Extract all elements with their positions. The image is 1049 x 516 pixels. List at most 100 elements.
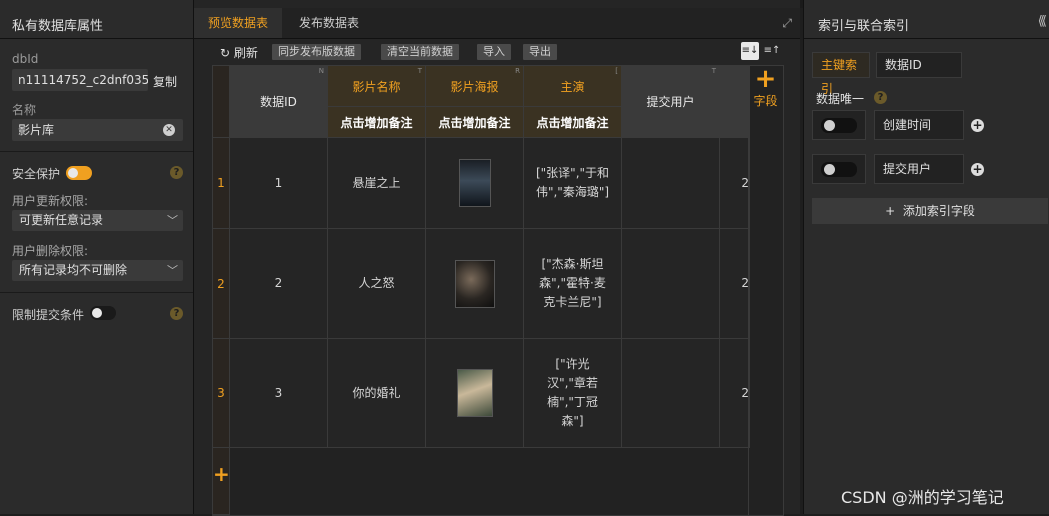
divider [0,38,193,39]
add-combined-index-icon[interactable]: + [971,119,984,132]
dbid-label: dbId [12,52,39,66]
restrict-toggle[interactable] [90,306,116,320]
row-number[interactable]: 3 [213,339,230,448]
chevron-down-icon: ﹀ [167,264,178,277]
column-header-poster[interactable]: 影片海报 R [426,66,524,107]
sync-button[interactable]: 同步发布版数据 [272,44,361,60]
safety-toggle[interactable] [66,166,92,180]
cell-user-partial[interactable]: 2 [720,138,750,229]
add-combined-index-icon[interactable]: + [971,163,984,176]
index-field[interactable]: 创建时间 [874,110,964,140]
help-icon[interactable]: ? [874,91,887,104]
unique-label: 数据唯一 [816,92,865,106]
column-note-button[interactable]: 点击增加备注 [524,107,622,138]
cell-user[interactable] [622,339,720,448]
divider [0,151,193,152]
name-field[interactable]: 影片库 ✕ [12,119,183,141]
column-header-cast[interactable]: 主演 [ [524,66,622,107]
corner-cell [213,66,230,138]
primary-index-field[interactable]: 数据ID [876,52,962,78]
watermark: CSDN @洲的学习笔记 [841,488,1004,507]
name-label: 名称 [12,103,37,117]
tab-publish[interactable]: 发布数据表 [285,8,373,38]
add-index-button[interactable]: + 添加索引字段 [812,198,1048,224]
clear-button[interactable]: 清空当前数据 [381,44,459,60]
delete-permission-label: 用户删除权限: [12,244,89,258]
cell-user[interactable] [622,138,720,229]
cell-id[interactable]: 3 [230,339,328,448]
add-field-button[interactable]: + 字段 [748,66,783,124]
data-table-panel: 预览数据表 发布数据表 ⤢ ↻ 刷新 同步发布版数据 清空当前数据 导入 导出 … [194,0,800,516]
poster-thumbnail [458,159,491,207]
cell-user[interactable] [622,229,720,339]
export-button[interactable]: 导出 [523,44,557,60]
type-tag: R [515,67,520,75]
delete-permission-select[interactable]: 所有记录均不可删除 ﹀ [12,260,183,281]
column-label: 影片海报 [450,79,499,94]
safety-label: 安全保护 [12,167,61,181]
unique-toggle[interactable] [821,118,857,133]
index-panel: 索引与联合索引 ⟨⟨⟨ 主键索引 数据ID 数据唯一 ? 创建时间 + 提交用户… [803,0,1049,514]
index-toggle-box [812,154,866,184]
unique-toggle[interactable] [821,162,857,177]
cell-cast[interactable]: ["杰森·斯坦森","霍特·麦克卡兰尼"] [524,229,622,339]
name-value: 影片库 [18,123,55,137]
import-button[interactable]: 导入 [477,44,511,60]
sort-asc-icon[interactable]: ≡↑ [763,42,781,60]
add-row-button[interactable]: + [213,462,230,486]
help-icon[interactable]: ? [170,307,183,320]
primary-index-label: 主键索引 [812,52,870,96]
cell-poster[interactable] [426,138,524,229]
type-tag: N [318,67,324,75]
type-tag: T [711,67,716,75]
poster-thumbnail [456,369,493,417]
column-header-user[interactable]: 提交用户 T [622,66,720,138]
update-permission-select[interactable]: 可更新任意记录 ﹀ [12,210,183,231]
type-tag: T [417,67,422,75]
cell-user-partial[interactable]: 2 [720,229,750,339]
divider [0,292,193,293]
cell-cast[interactable]: ["许光汉","章若楠","丁冠森"] [524,339,622,448]
row-number[interactable]: 1 [213,138,230,229]
row-number[interactable]: 2 [213,229,230,339]
column-label: 主演 [560,79,585,94]
column-header-id[interactable]: 数据ID N [230,66,328,138]
column-header-partial [720,66,750,138]
column-label: 提交用户 [646,95,695,109]
data-grid: 数据ID N 影片名称 T 影片海报 R 主演 [ 提交用户 T 点击增加备注 … [212,65,784,516]
cell-poster[interactable] [426,339,524,448]
cell-title[interactable]: 人之怒 [328,229,426,339]
sort-desc-icon[interactable]: ≡↓ [741,42,759,60]
refresh-button[interactable]: ↻ 刷新 [220,44,258,61]
index-field[interactable]: 提交用户 [874,154,964,184]
clear-icon[interactable]: ✕ [163,124,175,136]
add-index-label: 添加索引字段 [902,204,975,218]
help-icon[interactable]: ? [170,166,183,179]
cell-title[interactable]: 你的婚礼 [328,339,426,448]
plus-icon: + [754,64,777,94]
panel-title: 私有数据库属性 [12,19,104,34]
column-note-button[interactable]: 点击增加备注 [426,107,524,138]
type-tag: [ [615,67,618,75]
collapse-icon[interactable]: ⟨⟨⟨ [1038,14,1047,29]
column-label: 数据ID [260,95,297,109]
tab-bar: 预览数据表 发布数据表 ⤢ [194,8,800,39]
cell-poster[interactable] [426,229,524,339]
cell-id[interactable]: 2 [230,229,328,339]
index-toggle-box [812,110,866,140]
cell-cast[interactable]: ["张译","于和伟","秦海璐"] [524,138,622,229]
cell-id[interactable]: 1 [230,138,328,229]
expand-icon[interactable]: ⤢ [782,16,792,31]
add-field-label: 字段 [753,94,778,108]
tab-preview[interactable]: 预览数据表 [194,8,283,38]
dbid-field[interactable]: n11114752_c2dnf035i... [12,69,148,91]
column-label: 影片名称 [352,79,401,94]
properties-panel: 私有数据库属性 dbId n11114752_c2dnf035i... 复制 名… [0,0,194,514]
cell-title[interactable]: 悬崖之上 [328,138,426,229]
cell-user-partial[interactable]: 2 [720,339,750,448]
column-header-title[interactable]: 影片名称 T [328,66,426,107]
column-note-button[interactable]: 点击增加备注 [328,107,426,138]
copy-button[interactable]: 复制 [153,73,177,90]
plus-icon: + [885,204,896,218]
divider [748,124,749,515]
